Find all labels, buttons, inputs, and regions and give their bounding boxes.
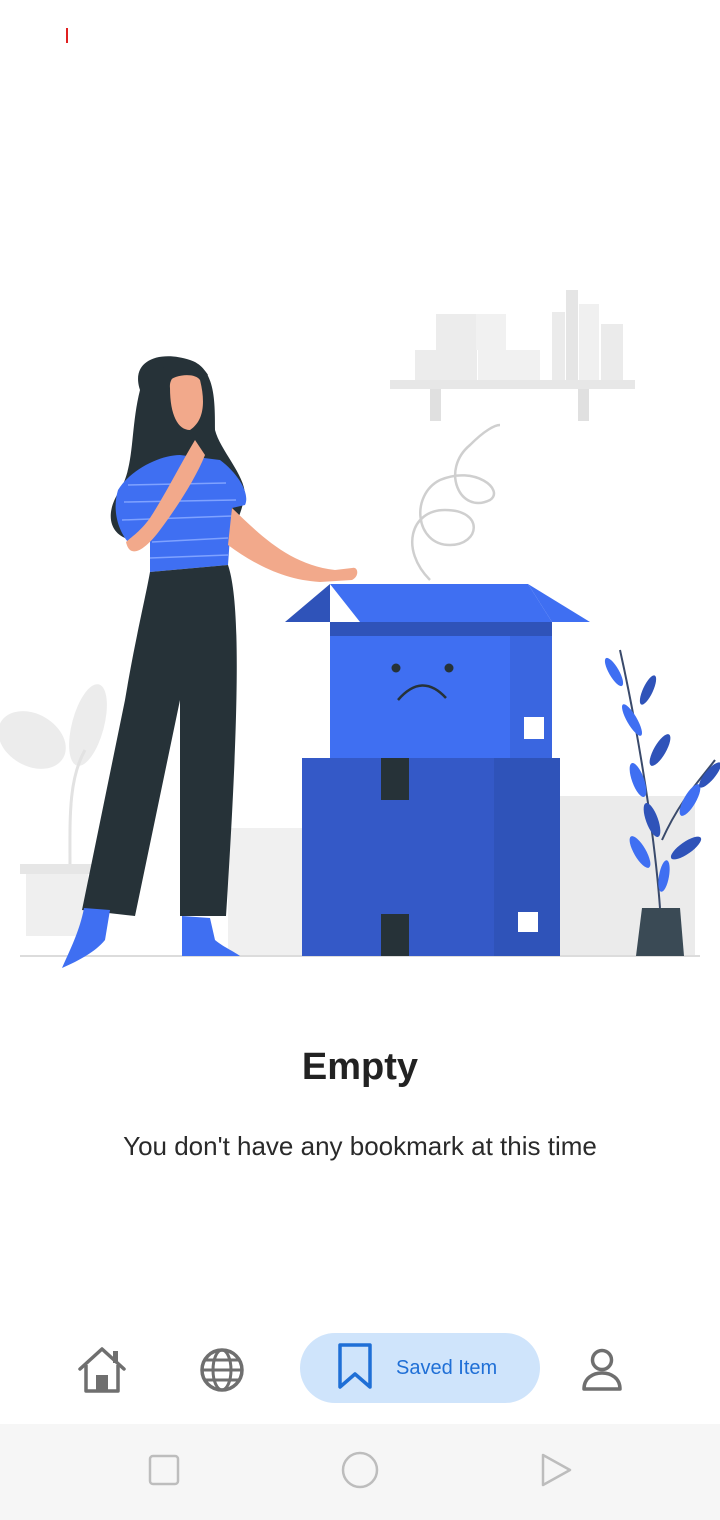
screen: Empty You don't have any bookmark at thi… xyxy=(0,0,720,1520)
recents-icon xyxy=(148,1454,180,1491)
nav-explore-button[interactable] xyxy=(190,1342,254,1402)
background-box xyxy=(228,828,308,956)
home-circle-icon xyxy=(341,1451,379,1494)
shelf-illustration xyxy=(390,290,635,421)
nav-saved-item-button[interactable]: Saved Item xyxy=(300,1333,540,1403)
empty-state-message: You don't have any bookmark at this time xyxy=(123,1131,597,1161)
empty-bookmarks-illustration xyxy=(0,290,720,968)
status-indicator xyxy=(66,28,68,43)
home-icon xyxy=(75,1345,129,1400)
system-back-button[interactable] xyxy=(536,1452,576,1492)
sad-box-illustration xyxy=(285,584,590,956)
nav-home-button[interactable] xyxy=(70,1342,134,1402)
system-navigation-bar xyxy=(0,1424,720,1520)
globe-icon xyxy=(199,1347,245,1398)
nav-saved-item-label: Saved Item xyxy=(396,1356,498,1379)
empty-state-title: Empty xyxy=(301,1046,419,1088)
bottom-navigation: Saved Item xyxy=(0,1320,720,1424)
nav-profile-button[interactable] xyxy=(570,1342,634,1402)
bookmark-icon xyxy=(336,1342,374,1395)
system-home-button[interactable] xyxy=(340,1451,380,1494)
person-icon xyxy=(581,1348,623,1397)
back-triangle-icon xyxy=(539,1452,573,1493)
swirl-line xyxy=(411,423,501,581)
system-recents-button[interactable] xyxy=(144,1452,184,1492)
